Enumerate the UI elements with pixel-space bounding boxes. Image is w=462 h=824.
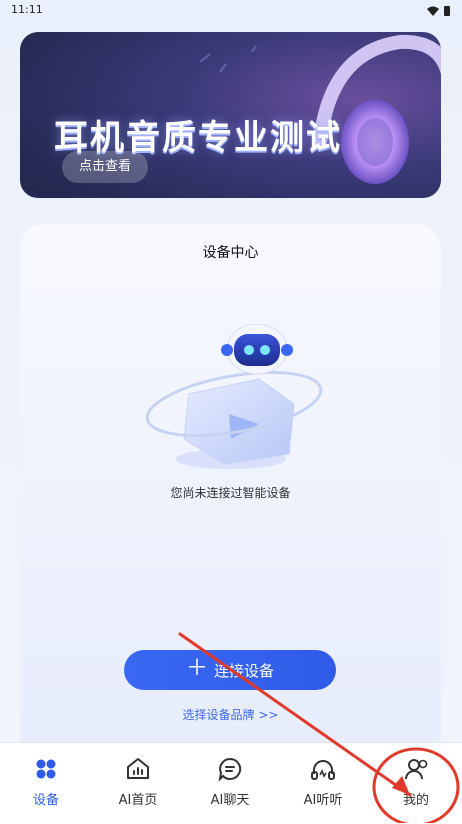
tab-ai-listen[interactable]: AI听听 — [283, 755, 363, 808]
headphones-icon — [311, 760, 335, 780]
bottom-tab-bar: 设备 AI首页 AI聊天 AI听听 我的 — [0, 742, 462, 824]
status-bar: 11:11 — [0, 0, 462, 22]
tab-label: AI听听 — [303, 793, 343, 808]
tab-label: 我的 — [402, 793, 429, 808]
tab-ai-home[interactable]: AI首页 — [98, 755, 178, 808]
connect-device-button[interactable]: ＋ 连接设备 — [124, 650, 336, 690]
battery-icon — [444, 6, 450, 16]
profile-icon — [405, 759, 428, 780]
tab-device[interactable]: 设备 — [6, 755, 86, 808]
status-time: 11:11 — [11, 3, 43, 16]
tab-label: AI聊天 — [210, 793, 250, 808]
tab-label: AI首页 — [118, 793, 158, 808]
promo-banner[interactable]: 耳机音质专业测试 点击查看 — [20, 32, 441, 198]
tab-profile[interactable]: 我的 — [376, 755, 456, 808]
device-center-title: 设备中心 — [202, 245, 259, 261]
tab-ai-chat[interactable]: AI聊天 — [190, 755, 270, 808]
status-icons — [427, 5, 450, 16]
view-button[interactable]: 点击查看 — [62, 151, 148, 183]
empty-state-message: 您尚未连接过智能设备 — [170, 486, 291, 500]
device-center-card: 设备中心 您尚未连接过智能设备 ＋ 连接设备 选择设备品牌 >> — [20, 224, 441, 784]
robot-illustration — [145, 324, 323, 469]
plus-icon: ＋ — [185, 656, 208, 681]
home-chart-icon — [127, 758, 149, 779]
select-brand-link[interactable]: 选择设备品牌 >> — [20, 706, 441, 723]
chat-bubble-icon — [218, 757, 242, 782]
tab-label: 设备 — [32, 793, 59, 808]
grid-dots-icon — [36, 759, 56, 779]
connect-device-label: 连接设备 — [214, 661, 275, 680]
wifi-icon — [427, 6, 439, 16]
